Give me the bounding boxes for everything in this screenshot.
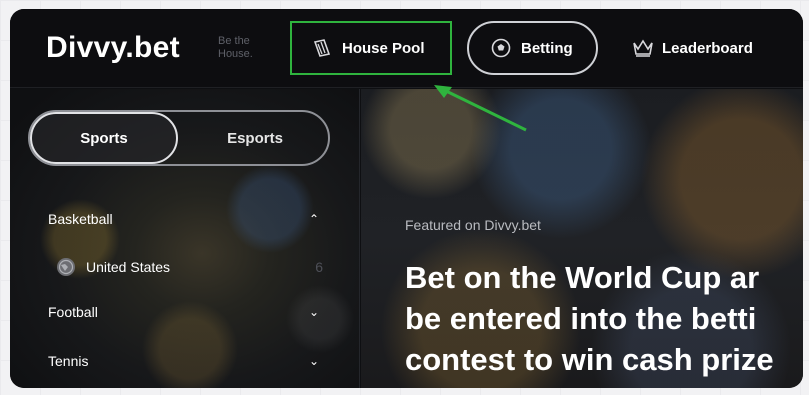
nav-leaderboard-button[interactable]: Leaderboard <box>632 21 792 75</box>
featured-banner[interactable]: Featured on Divvy.bet Bet on the World C… <box>361 89 803 388</box>
soccer-ball-icon <box>491 38 511 58</box>
sidebar-item-tennis[interactable]: Tennis ⌄ <box>48 353 319 369</box>
house-pool-icon <box>312 38 332 58</box>
crown-icon <box>632 38 653 58</box>
tab-esports[interactable]: Esports <box>180 112 330 164</box>
sports-esports-toggle: Sports Esports <box>28 110 330 166</box>
headline-line: be entered into the betti <box>405 301 757 336</box>
annotation-arrow-icon <box>434 85 527 132</box>
nav-house-pool-label: House Pool <box>342 39 425 57</box>
app-window: Divvy.bet Be the House. House Pool Betti… <box>10 9 803 388</box>
nav-leaderboard-label: Leaderboard <box>662 39 753 57</box>
logo[interactable]: Divvy.bet <box>46 31 180 65</box>
sports-sidebar: Sports Esports Basketball ⌃ United State… <box>10 89 360 388</box>
tagline: Be the House. <box>218 35 253 60</box>
headline-line: Bet on the World Cup ar <box>405 260 760 295</box>
nav-betting-button[interactable]: Betting <box>467 21 598 75</box>
chevron-down-icon[interactable]: ⌄ <box>309 305 319 319</box>
sidebar-item-united-states[interactable]: United States 6 <box>56 257 323 277</box>
tab-sports[interactable]: Sports <box>30 112 178 164</box>
sidebar-item-label: Basketball <box>48 211 113 227</box>
sidebar-item-basketball[interactable]: Basketball ⌃ <box>48 211 319 227</box>
sidebar-item-football[interactable]: Football ⌄ <box>48 304 319 320</box>
sidebar-item-label: Tennis <box>48 353 89 369</box>
sidebar-item-label: United States <box>86 259 171 275</box>
chevron-up-icon[interactable]: ⌃ <box>309 212 319 226</box>
globe-icon <box>56 257 76 277</box>
sidebar-item-label: Football <box>48 304 98 320</box>
event-count: 6 <box>315 259 323 275</box>
top-navigation: Divvy.bet Be the House. House Pool Betti… <box>10 9 803 88</box>
nav-betting-label: Betting <box>521 39 573 57</box>
featured-label: Featured on Divvy.bet <box>405 217 541 233</box>
chevron-down-icon[interactable]: ⌄ <box>309 354 319 368</box>
banner-headline: Bet on the World Cup ar be entered into … <box>405 257 803 380</box>
nav-house-pool-button[interactable]: House Pool <box>290 21 452 75</box>
headline-line: contest to win cash prize <box>405 342 774 377</box>
